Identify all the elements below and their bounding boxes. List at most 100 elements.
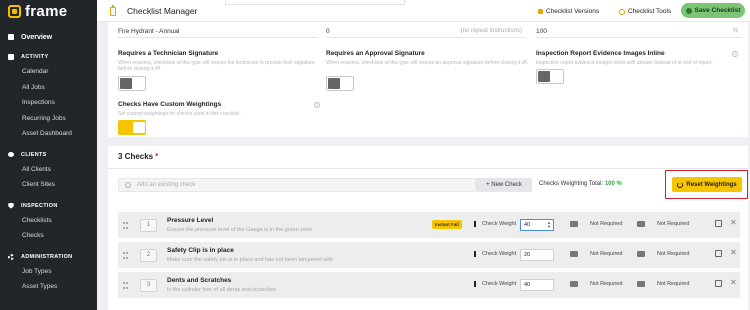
search-icon xyxy=(125,182,131,188)
exclamation-icon xyxy=(474,281,476,287)
gear-icon xyxy=(8,253,14,260)
exclamation-icon xyxy=(474,221,476,227)
gear-icon xyxy=(619,8,625,15)
comment-requirement[interactable]: Not Required xyxy=(657,281,689,287)
check-name: Pressure Level xyxy=(167,217,214,224)
photo-requirement[interactable]: Not Required xyxy=(590,221,622,227)
sidebar-item-overview[interactable]: Overview xyxy=(0,29,97,45)
exclamation-icon xyxy=(474,251,476,257)
sidebar-item-client-sites[interactable]: Client Sites xyxy=(0,177,97,193)
close-icon[interactable]: ✕ xyxy=(730,278,737,287)
sidebar-item-checks[interactable]: Checks xyxy=(0,228,97,244)
new-check-button[interactable]: + New Check xyxy=(476,178,532,192)
drag-handle-icon[interactable] xyxy=(123,282,128,289)
check-name: Safety Clip is in place xyxy=(167,247,234,254)
sidebar-item-asset-types[interactable]: Asset Types xyxy=(0,279,97,295)
logo-text: frame xyxy=(25,2,68,20)
sidebar-section-inspection: INSPECTION xyxy=(0,199,97,213)
add-existing-check-input[interactable]: Add an existing check xyxy=(118,178,476,192)
photo-requirement[interactable]: Not Required xyxy=(590,281,622,287)
check-weight-input[interactable]: 20 xyxy=(520,249,554,261)
sidebar-item-asset-dashboard[interactable]: Asset Dashboard xyxy=(0,126,97,142)
check-description: Is the cylinder free of all dents and sc… xyxy=(167,287,276,293)
sidebar-item-calendar[interactable]: Calendar xyxy=(0,64,97,80)
check-description: Make sure the safety pin is in place and… xyxy=(167,257,334,263)
sidebar-section-clients: CLIENTS xyxy=(0,148,97,162)
lock-icon xyxy=(538,9,543,14)
save-checklist-button[interactable]: Save Checklist xyxy=(681,3,745,18)
check-row[interactable]: 2 Safety Clip is in place Make sure the … xyxy=(118,242,740,270)
check-weight-label: Check Weight xyxy=(482,221,517,227)
custom-weightings-label: Checks Have Custom Weightings xyxy=(118,101,222,108)
close-icon[interactable]: ✕ xyxy=(730,218,737,227)
edit-icon[interactable] xyxy=(715,250,722,257)
check-row[interactable]: 3 Dents and Scratches Is the cylinder fr… xyxy=(118,272,740,300)
tech-signature-label: Requires a Technician Signature xyxy=(118,50,219,57)
check-number: 2 xyxy=(140,249,157,262)
info-icon[interactable]: i xyxy=(732,51,738,57)
checks-title: 3 Checks * xyxy=(118,152,159,161)
sidebar-item-checklists[interactable]: Checklists xyxy=(0,213,97,229)
check-name: Dents and Scratches xyxy=(167,277,232,284)
checks-card: 3 Checks * Add an existing check + New Ch… xyxy=(108,146,748,310)
users-icon xyxy=(8,152,14,157)
refresh-icon xyxy=(677,181,684,188)
page-header: Checklist Manager xyxy=(110,5,198,16)
reset-weightings-button[interactable]: Reset Weightings xyxy=(672,177,742,192)
sidebar-item-recurring-jobs[interactable]: Recurring Jobs xyxy=(0,111,97,127)
approval-signature-label: Requires an Approval Signature xyxy=(326,50,425,57)
approval-signature-hint: When required, checklists of this type w… xyxy=(326,60,529,66)
check-row[interactable]: 1 Pressure Level Ensure the pressure lev… xyxy=(118,212,740,240)
check-weight-input[interactable]: 40 xyxy=(520,279,554,291)
camera-icon[interactable] xyxy=(570,221,578,227)
custom-weightings-toggle[interactable] xyxy=(118,120,146,135)
clipboard-icon xyxy=(110,5,116,16)
checklist-name-field[interactable]: Fire Hydrant - Annual xyxy=(118,26,318,38)
grid-icon xyxy=(8,54,14,60)
page-title: Checklist Manager xyxy=(127,6,198,16)
custom-weightings-hint: Set custom weightings for checks used in… xyxy=(118,111,241,117)
drag-handle-icon[interactable] xyxy=(123,252,128,259)
comment-icon[interactable] xyxy=(637,251,645,257)
check-number: 3 xyxy=(140,279,157,292)
sidebar-item-job-types[interactable]: Job Types xyxy=(0,264,97,280)
comment-requirement[interactable]: Not Required xyxy=(657,251,689,257)
comment-requirement[interactable]: Not Required xyxy=(657,221,689,227)
edit-icon[interactable] xyxy=(715,280,722,287)
checklist-tools-button[interactable]: Checklist Tools xyxy=(619,5,671,18)
edit-icon[interactable] xyxy=(715,220,722,227)
comment-icon[interactable] xyxy=(637,221,645,227)
photo-requirement[interactable]: Not Required xyxy=(590,251,622,257)
logo[interactable]: frame xyxy=(0,0,97,22)
camera-icon[interactable] xyxy=(570,281,578,287)
check-circle-icon xyxy=(685,7,692,14)
approval-signature-toggle[interactable] xyxy=(326,76,354,91)
topbar: Checklist Manager Checklist Versions Che… xyxy=(97,0,750,22)
check-number: 1 xyxy=(140,219,157,232)
tech-signature-toggle[interactable] xyxy=(118,76,146,91)
close-icon[interactable]: ✕ xyxy=(730,248,737,257)
comment-icon[interactable] xyxy=(637,281,645,287)
sidebar-item-all-jobs[interactable]: All Jobs xyxy=(0,80,97,96)
percent-field[interactable]: 100 % xyxy=(536,26,742,38)
sidebar-item-all-clients[interactable]: All Clients xyxy=(0,162,97,178)
tech-signature-hint: When required, checklists of this type w… xyxy=(118,60,315,72)
weighting-total: Checks Weighting Total: 100 % xyxy=(539,181,622,187)
camera-icon[interactable] xyxy=(570,251,578,257)
drag-handle-icon[interactable] xyxy=(123,222,128,229)
evidence-inline-toggle[interactable] xyxy=(536,69,564,84)
divider xyxy=(108,168,748,169)
stepper-icon[interactable]: ▲ ▼ xyxy=(547,221,551,229)
sidebar-item-inspections[interactable]: Inspections xyxy=(0,95,97,111)
repeat-field[interactable]: 0 (no repeat instructions) xyxy=(326,26,526,38)
instant-fail-badge[interactable]: Instant Fail xyxy=(432,220,462,229)
shield-icon xyxy=(8,202,14,209)
check-weight-input[interactable]: 40 ▲ ▼ xyxy=(520,219,554,231)
dropdown-ghost xyxy=(225,0,405,5)
sidebar-section-administration: ADMINISTRATION xyxy=(0,250,97,264)
info-icon[interactable]: i xyxy=(314,102,320,108)
sidebar: frame Overview ACTIVITY Calendar All Job… xyxy=(0,0,97,310)
logo-mark-icon xyxy=(8,4,21,18)
evidence-inline-hint: Inspection report evidence images inline… xyxy=(536,60,713,66)
checklist-versions-button[interactable]: Checklist Versions xyxy=(538,5,599,18)
